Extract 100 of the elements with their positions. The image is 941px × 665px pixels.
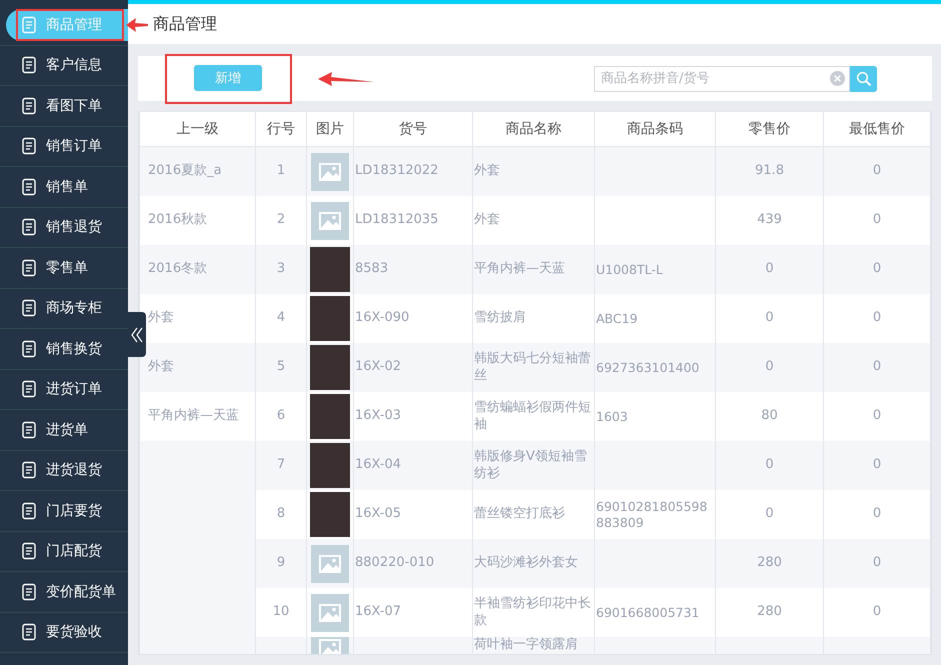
- table-cell: 880220-010: [354, 539, 472, 588]
- table-cell: 16X-04: [354, 441, 472, 490]
- table-cell: 16X-03: [354, 392, 472, 441]
- sidebar-item[interactable]: 进货订单: [0, 373, 128, 406]
- table-cell: 7: [256, 441, 306, 490]
- collapse-button[interactable]: [128, 312, 146, 357]
- table-cell: 5: [256, 343, 306, 392]
- column-header: 上一级: [140, 112, 256, 146]
- annotation-arrow: [318, 72, 374, 86]
- search-button[interactable]: [850, 66, 877, 92]
- table-cell: 0: [824, 392, 930, 441]
- photo-placeholder: [310, 443, 350, 488]
- image-placeholder-icon: [311, 202, 349, 240]
- table-cell: 半袖雪纺衫印花中长款: [472, 588, 594, 637]
- sidebar-item[interactable]: 门店配货: [0, 535, 128, 568]
- parent-cell[interactable]: [140, 637, 256, 654]
- table-cell: 蕾丝镂空打底衫: [472, 490, 594, 539]
- table-cell: 0: [824, 294, 930, 343]
- table-cell: 荷叶袖一字领露肩: [472, 637, 594, 654]
- table-cell: 280: [716, 539, 824, 588]
- table-cell: 平角内裤—天蓝: [472, 245, 594, 294]
- photo-placeholder: [310, 492, 350, 537]
- document-icon: [20, 137, 38, 156]
- table-cell: 10: [256, 588, 306, 637]
- table-cell: LD18312022: [354, 146, 472, 196]
- table-cell: 韩版修身V领短袖雪纺衫: [472, 441, 594, 490]
- table-cell: 雪纺蝙蝠衫假两件短袖: [472, 392, 594, 441]
- table-cell: 3: [256, 245, 306, 294]
- column-header: 商品条码: [594, 112, 716, 146]
- sidebar-item[interactable]: 销售订单: [0, 130, 128, 162]
- column-header: 行号: [256, 112, 306, 146]
- table-cell: 16X-05: [354, 490, 472, 539]
- table-cell: U1008TL-L: [594, 245, 716, 294]
- photo-placeholder: [310, 394, 350, 439]
- table-cell: 0: [824, 196, 930, 245]
- document-icon: [20, 502, 38, 520]
- sidebar-item[interactable]: 客户信息: [0, 49, 128, 82]
- table-cell: 0: [716, 294, 824, 343]
- column-header: 图片: [306, 112, 354, 146]
- table-cell: 0: [716, 343, 824, 392]
- table-cell: 0: [824, 441, 930, 490]
- sidebar-item[interactable]: 零售单: [0, 252, 128, 284]
- table-cell: 439: [716, 196, 824, 245]
- document-icon: [20, 16, 38, 34]
- annotation-arrow: [126, 18, 148, 32]
- parent-cell[interactable]: [140, 441, 256, 490]
- table-cell: 9: [256, 539, 306, 588]
- document-icon: [20, 582, 38, 601]
- document-icon: [20, 299, 38, 318]
- table-cell: 8583: [354, 245, 472, 294]
- table-cell: 韩版大码七分短袖蕾丝: [472, 343, 594, 392]
- table-cell: 16X-090: [354, 294, 472, 343]
- page-title: 商品管理: [153, 14, 217, 34]
- table-cell: 2: [256, 196, 306, 245]
- photo-placeholder: [310, 247, 350, 292]
- table-cell: 0: [824, 539, 930, 588]
- table-cell: 69010281805598883809: [594, 490, 716, 539]
- document-icon: [20, 380, 38, 398]
- document-icon: [20, 178, 38, 196]
- table-cell: 雪纺披肩: [472, 294, 594, 343]
- column-header: 零售价: [716, 112, 824, 146]
- table-cell: 1603: [594, 392, 716, 441]
- sidebar-item[interactable]: 进货单: [0, 414, 128, 446]
- photo-placeholder: [310, 345, 350, 390]
- table-cell: 0: [824, 146, 930, 196]
- table-cell: 8: [256, 490, 306, 539]
- sidebar-item[interactable]: 销售退货: [0, 211, 128, 244]
- table-cell: 0: [824, 490, 930, 539]
- sidebar-item[interactable]: 销售换货: [0, 332, 128, 365]
- table-cell: 0: [716, 441, 824, 490]
- column-header: 最低售价: [824, 112, 930, 146]
- table-cell: 6927363101400: [594, 343, 716, 392]
- image-placeholder-icon: [311, 544, 349, 582]
- sidebar-item[interactable]: 变价配货单: [0, 576, 128, 608]
- sidebar-item[interactable]: 要货验收: [0, 616, 128, 648]
- search-field[interactable]: 商品名称拼音/货号: [594, 66, 850, 92]
- document-icon: [20, 56, 38, 74]
- clear-icon[interactable]: [830, 71, 845, 86]
- table-cell: ABC19: [594, 294, 716, 343]
- column-header: 货号: [354, 112, 472, 146]
- document-icon: [20, 461, 38, 480]
- document-icon: [20, 623, 38, 642]
- sidebar-item[interactable]: 销售单: [0, 170, 128, 203]
- table-cell: 大码沙滩衫外套女: [472, 539, 594, 588]
- table-cell: 91.8: [716, 146, 824, 196]
- document-icon: [20, 218, 38, 236]
- sidebar-item[interactable]: 进货退货: [0, 454, 128, 486]
- table-cell: 0: [716, 490, 824, 539]
- table-cell: 外套: [472, 146, 594, 196]
- table-cell: 1: [256, 146, 306, 196]
- table-cell: 16X-02: [354, 343, 472, 392]
- document-icon: [20, 340, 38, 358]
- table-cell: LD18312035: [354, 196, 472, 245]
- table-cell: 外套: [472, 196, 594, 245]
- column-header: 商品名称: [472, 112, 594, 146]
- sidebar-item[interactable]: 商场专柜: [0, 292, 128, 324]
- sidebar-item[interactable]: 看图下单: [0, 90, 128, 122]
- table-cell: 0: [824, 588, 930, 637]
- table-cell: 80: [716, 392, 824, 441]
- sidebar-item[interactable]: 门店要货: [0, 494, 128, 527]
